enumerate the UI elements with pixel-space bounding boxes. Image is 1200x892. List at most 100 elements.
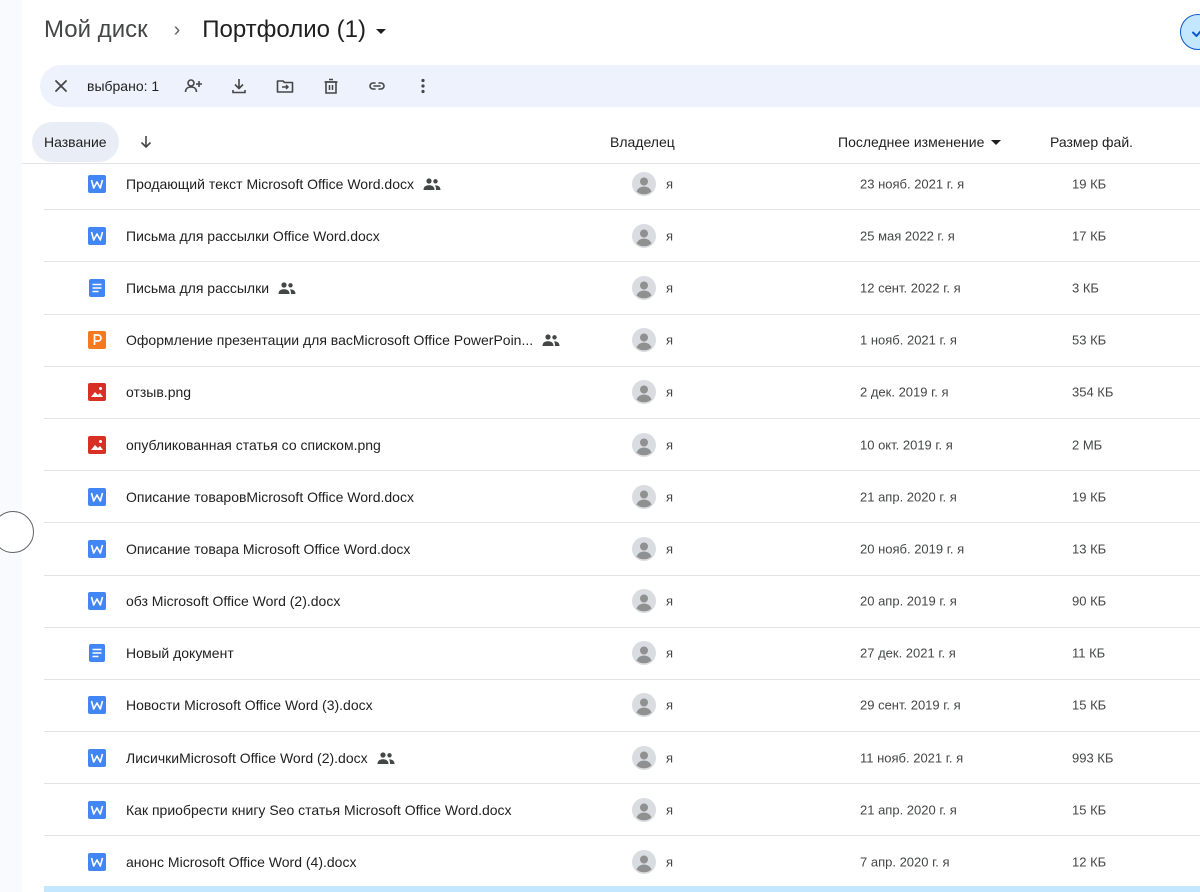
file-row[interactable]: Письма для рассылки Office Word.docx я 25 …	[44, 210, 1200, 263]
breadcrumb-current-folder[interactable]: Портфолио (1)	[202, 16, 366, 44]
owner-avatar	[632, 380, 656, 405]
word-icon	[88, 487, 106, 506]
file-name-text: анонс Microsoft Office Word (4).docx	[126, 854, 357, 871]
side-scroll-handle[interactable]	[0, 511, 34, 553]
breadcrumb-separator-icon: ›	[173, 18, 181, 41]
owner-name: я	[666, 332, 674, 348]
modified-date: 2 дек. 2019 г. я	[860, 384, 949, 400]
trash-icon	[324, 78, 338, 94]
sort-direction-button[interactable]	[136, 132, 156, 152]
link-icon	[369, 82, 385, 90]
more-actions-button[interactable]	[405, 68, 441, 104]
view-toggle-button[interactable]	[1180, 14, 1200, 50]
file-size: 993 КБ	[1072, 750, 1114, 766]
modified-date: 11 нояб. 2021 г. я	[860, 750, 964, 766]
column-size-header[interactable]: Размер фай.	[1050, 134, 1133, 150]
download-button[interactable]	[221, 68, 257, 104]
column-modified-header[interactable]: Последнее изменение	[838, 134, 1002, 150]
shared-people-icon	[277, 281, 297, 295]
file-name: обз Microsoft Office Word (2).docx	[126, 593, 340, 609]
modified-date: 21 апр. 2020 г. я	[860, 489, 957, 505]
file-name: Новый документ	[126, 645, 234, 661]
file-row[interactable]: Оформление презентации для васMicrosoft …	[44, 315, 1200, 367]
column-name-header[interactable]: Название	[32, 122, 119, 162]
owner-avatar	[632, 484, 656, 509]
file-list: Продающий текст Microsoft Office Word.do…	[44, 158, 1200, 889]
file-row[interactable]: Продающий текст Microsoft Office Word.do…	[44, 158, 1200, 211]
file-name-text: обз Microsoft Office Word (2).docx	[126, 593, 341, 610]
file-size: 53 КБ	[1072, 332, 1107, 348]
more-icon	[421, 78, 425, 94]
breadcrumb-my-drive[interactable]: Мой диск	[44, 16, 148, 44]
file-name: анонс Microsoft Office Word (4).docx	[126, 854, 356, 870]
word-icon	[88, 748, 106, 767]
file-row[interactable]: Новый документ я 27 дек. 2021 г. я 11 КБ	[44, 628, 1200, 680]
word-icon	[88, 539, 106, 558]
modified-date: 12 сент. 2022 г. я	[860, 280, 961, 296]
image-icon	[88, 383, 106, 402]
file-name-text: Как приобрести книгу Seo статья Microsof…	[126, 801, 512, 818]
owner-name: я	[666, 280, 674, 296]
file-name-text: Новый документ	[126, 645, 234, 662]
file-size: 19 КБ	[1072, 176, 1107, 192]
owner-name: я	[666, 802, 674, 818]
owner-name: я	[666, 750, 674, 766]
file-row[interactable]: ЛисичкиMicrosoft Office Word (2).docx я 11…	[44, 732, 1200, 785]
copy-link-button[interactable]	[359, 68, 395, 104]
owner-name: я	[666, 489, 674, 505]
file-type-icon	[88, 383, 106, 402]
file-size: 15 КБ	[1072, 697, 1107, 713]
owner-avatar	[632, 171, 656, 196]
file-name: ЛисичкиMicrosoft Office Word (2).docx	[126, 750, 396, 766]
file-size: 13 КБ	[1072, 541, 1107, 557]
column-modified-label: Последнее изменение	[838, 134, 985, 150]
clear-selection-button[interactable]	[43, 68, 79, 104]
file-type-icon	[88, 853, 106, 872]
file-size: 354 КБ	[1072, 384, 1114, 400]
file-name-text: Продающий текст Microsoft Office Word.do…	[126, 175, 414, 192]
file-size: 2 МБ	[1072, 437, 1103, 453]
file-type-icon	[88, 226, 106, 245]
modified-date: 20 апр. 2019 г. я	[860, 593, 957, 609]
file-row[interactable]: Письма для рассылки я 12 сент. 2022 г. я 3 …	[44, 262, 1200, 315]
docs-icon	[89, 644, 105, 663]
file-row[interactable]: опубликованная статья со списком.png я 10 …	[44, 419, 1200, 472]
file-row[interactable]: анонс Microsoft Office Word (4).docx я 7 а…	[44, 836, 1200, 889]
word-icon	[88, 226, 106, 245]
file-type-icon	[88, 800, 106, 819]
delete-button[interactable]	[313, 68, 349, 104]
selection-toolbar: выбрано: 1	[40, 65, 1200, 107]
file-row[interactable]: обз Microsoft Office Word (2).docx я 20 ап…	[44, 576, 1200, 628]
file-name: Описание товаровMicrosoft Office Word.do…	[126, 489, 414, 505]
owner-avatar	[632, 589, 656, 614]
file-size: 12 КБ	[1072, 854, 1107, 870]
owner-name: я	[666, 645, 674, 661]
file-row[interactable]: отзыв.png я 2 дек. 2019 г. я 354 КБ	[44, 367, 1200, 419]
file-name: Новости Microsoft Office Word (3).docx	[126, 697, 373, 713]
file-size: 17 КБ	[1072, 228, 1107, 244]
modified-date: 21 апр. 2020 г. я	[860, 802, 957, 818]
file-name-text: Описание товара Microsoft Office Word.do…	[126, 540, 411, 557]
shared-people-icon	[541, 333, 561, 347]
owner-avatar	[632, 328, 656, 353]
word-icon	[88, 696, 106, 715]
file-row[interactable]: Описание товаровMicrosoft Office Word.do…	[44, 471, 1200, 524]
owner-name: я	[666, 384, 674, 400]
folder-menu-caret-icon[interactable]	[376, 28, 386, 34]
move-button[interactable]	[267, 68, 303, 104]
file-row[interactable]: Описание товара Microsoft Office Word.do…	[44, 523, 1200, 576]
powerpoint-icon	[88, 331, 106, 350]
column-owner-header[interactable]: Владелец	[610, 134, 675, 150]
owner-avatar	[632, 693, 656, 718]
file-name: Продающий текст Microsoft Office Word.do…	[126, 176, 442, 192]
share-button[interactable]	[175, 68, 211, 104]
file-name-text: Письма для рассылки	[126, 279, 270, 296]
file-type-icon	[88, 696, 106, 715]
file-row[interactable]: Как приобрести книгу Seo статья Microsof…	[44, 784, 1200, 837]
owner-name: я	[666, 541, 674, 557]
file-row[interactable]: Новости Microsoft Office Word (3).docx я 2…	[44, 680, 1200, 733]
arrow-down-icon	[140, 136, 152, 148]
modified-date: 25 мая 2022 г. я	[860, 228, 955, 244]
file-name: Оформление презентации для васMicrosoft …	[126, 332, 561, 348]
word-icon	[88, 800, 106, 819]
